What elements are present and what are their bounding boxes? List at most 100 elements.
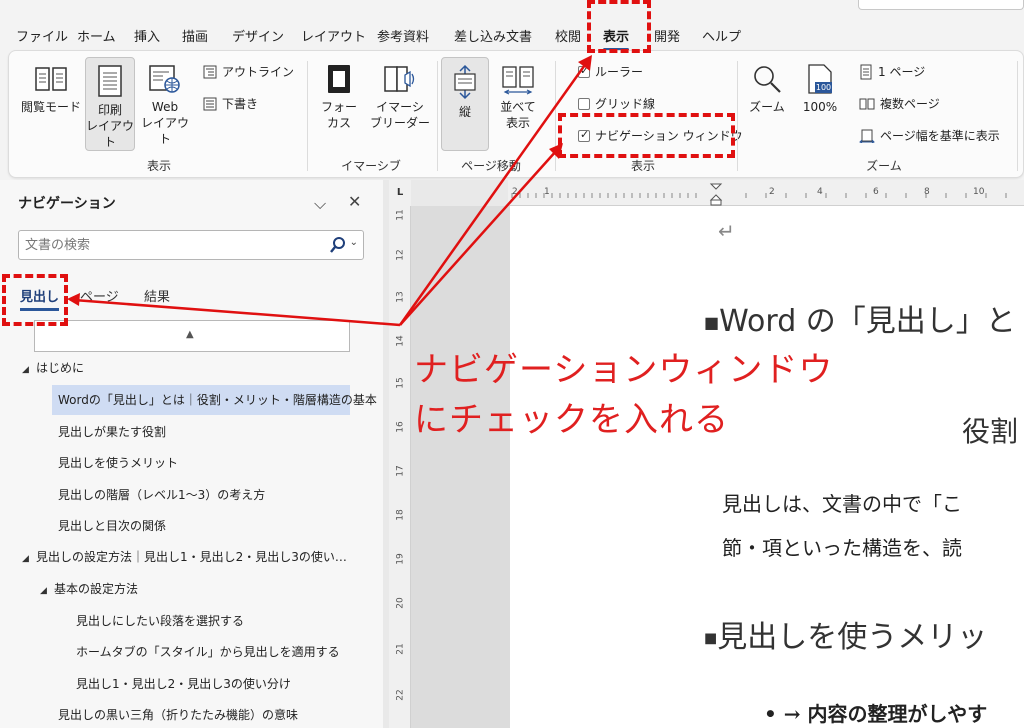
- web-layout-button[interactable]: Web レイアウト: [137, 63, 193, 151]
- annotation-line-2: にチェックを入れる: [414, 400, 729, 440]
- web-layout-label-1: Web: [151, 100, 179, 114]
- heading-item[interactable]: 見出し1・見出し2・見出し3の使い分け: [76, 669, 356, 699]
- heading-item-selected[interactable]: Wordの「見出し」とは｜役割・メリット・階層構造の基本: [52, 385, 377, 415]
- heading-item[interactable]: 見出しにしたい段落を選択する: [76, 606, 356, 636]
- tab-mailings[interactable]: 差し込み文書: [454, 26, 532, 45]
- tab-developer[interactable]: 開発: [654, 26, 680, 45]
- heading-item[interactable]: 見出しを使うメリット: [58, 448, 348, 478]
- horizontal-ruler[interactable]: 2 1 2 4 6 8 10: [508, 180, 1024, 206]
- gridlines-checkbox[interactable]: グリッド線: [578, 95, 655, 112]
- immersive-reader-icon: [384, 66, 415, 92]
- immersive-reader-button[interactable]: イマーシ ブリーダー: [367, 63, 433, 151]
- tab-insert[interactable]: 挿入: [134, 26, 160, 45]
- ruler-number: 21: [395, 643, 406, 655]
- zoom-100-icon-text: 100: [815, 83, 832, 92]
- heading-item[interactable]: ◢ はじめに: [22, 353, 362, 383]
- one-page-icon: [860, 64, 872, 79]
- print-layout-button[interactable]: 印刷 レイアウト: [85, 57, 135, 151]
- close-icon[interactable]: ✕: [348, 192, 361, 211]
- heading-text: はじめに: [36, 361, 85, 375]
- heading-item[interactable]: 見出しと目次の関係: [58, 511, 348, 541]
- annotation-highlight-view-tab: [587, 0, 651, 53]
- title-search-box[interactable]: [858, 0, 1024, 10]
- doc-heading-1[interactable]: ■Word の「見出し」と: [704, 296, 1016, 340]
- heading-text: 見出しの黒い三角（折りたたみ機能）の意味: [58, 708, 299, 722]
- outline-button[interactable]: アウトライン: [203, 63, 294, 80]
- ruler-checkbox[interactable]: ルーラー: [578, 63, 643, 80]
- annotation-highlight-headings-tab: [2, 274, 68, 326]
- tab-review[interactable]: 校閲: [555, 26, 581, 45]
- doc-heading-2-text: 見出しを使うメリッ: [717, 620, 988, 655]
- heading-item[interactable]: ホームタブの「スタイル」から見出しを適用する: [76, 637, 366, 667]
- zoom-100-icon: 100: [806, 63, 834, 95]
- tab-references[interactable]: 参考資料: [377, 26, 429, 45]
- expand-triangle-icon[interactable]: ◢: [22, 544, 36, 574]
- collapse-all-bar[interactable]: ▲: [34, 320, 350, 352]
- nav-search-input[interactable]: [25, 236, 315, 254]
- heading-marker-icon: ■: [704, 630, 718, 647]
- heading-text: 見出しが果たす役割: [58, 425, 167, 439]
- ruler-label: ルーラー: [595, 65, 644, 79]
- heading-text: 見出しの設定方法｜見出し1・見出し2・見出し3の使い…: [36, 550, 347, 564]
- heading-item[interactable]: 見出しの階層（レベル1〜3）の考え方: [58, 480, 348, 510]
- heading-text: 見出しを使うメリット: [58, 456, 179, 470]
- focus-icon: [328, 65, 350, 93]
- vertical-button[interactable]: 縦: [441, 57, 489, 151]
- read-mode-button[interactable]: 閲覧モード: [19, 63, 83, 143]
- nav-tab-results[interactable]: 結果: [144, 286, 170, 305]
- heading-text: 見出しの階層（レベル1〜3）の考え方: [58, 488, 266, 502]
- zoom-100-button[interactable]: 100 100%: [797, 63, 843, 151]
- search-options-chevron-icon[interactable]: ⌄: [350, 237, 358, 248]
- tab-selector[interactable]: L: [389, 180, 411, 206]
- page-width-button[interactable]: ページ幅を基準に表示: [859, 127, 1000, 144]
- ruler-number: 10: [973, 187, 985, 197]
- side-to-side-label-2: 表示: [505, 116, 530, 130]
- chevron-down-icon[interactable]: ⌵: [314, 194, 326, 214]
- ruler-number: 14: [395, 335, 406, 347]
- multiple-pages-button[interactable]: 複数ページ: [859, 95, 940, 112]
- immersive-group-label: イマーシブ: [341, 159, 401, 173]
- focus-label-1: フォー: [320, 100, 357, 114]
- group-separator: [437, 61, 438, 171]
- one-page-label: 1 ページ: [878, 65, 926, 79]
- heading-text: 見出しと目次の関係: [58, 519, 167, 533]
- collapse-up-icon: ▲: [186, 329, 194, 340]
- heading-text: 基本の設定方法: [54, 582, 139, 596]
- heading-item[interactable]: 見出しが果たす役割: [58, 417, 348, 447]
- annotation-highlight-nav-pane-checkbox: [558, 113, 735, 158]
- side-to-side-button[interactable]: 並べて 表示: [493, 63, 543, 151]
- zoom-button[interactable]: ズーム: [747, 63, 787, 151]
- tab-file[interactable]: ファイル: [16, 26, 68, 45]
- heading-item[interactable]: ◢ 基本の設定方法: [40, 574, 340, 604]
- bullet-icon: •: [764, 702, 784, 726]
- tab-home[interactable]: ホーム: [77, 26, 116, 45]
- heading-item[interactable]: 見出しの黒い三角（折りたたみ機能）の意味: [58, 700, 358, 728]
- tab-help[interactable]: ヘルプ: [702, 26, 741, 45]
- multiple-pages-label: 複数ページ: [880, 97, 940, 111]
- draft-button[interactable]: 下書き: [203, 95, 258, 112]
- nav-tab-pages[interactable]: ページ: [80, 286, 119, 305]
- doc-paragraph-line-2[interactable]: 節・項といった構造を、読: [722, 532, 962, 561]
- page-icon: [98, 65, 122, 97]
- doc-heading-2[interactable]: ■見出しを使うメリッ: [704, 612, 987, 656]
- zoom-label: ズーム: [749, 100, 785, 114]
- tab-design[interactable]: デザイン: [232, 26, 284, 45]
- tab-layout[interactable]: レイアウト: [301, 26, 366, 45]
- expand-triangle-icon[interactable]: ◢: [40, 576, 54, 606]
- one-page-button[interactable]: 1 ページ: [859, 63, 925, 80]
- tab-draw[interactable]: 描画: [182, 26, 208, 45]
- menu-bar: ファイル ホーム 挿入 描画 デザイン レイアウト 参考資料 差し込み文書 校閲…: [0, 22, 1024, 51]
- doc-subheading[interactable]: 役割: [962, 410, 1018, 450]
- doc-paragraph-line-1[interactable]: 見出しは、文書の中で「こ: [722, 488, 962, 517]
- search-icon[interactable]: [329, 236, 345, 254]
- heading-item[interactable]: ◢ 見出しの設定方法｜見出し1・見出し2・見出し3の使い…: [22, 542, 362, 572]
- magnifier-icon: [754, 66, 781, 93]
- draft-label: 下書き: [222, 97, 259, 111]
- horizontal-ruler-ticks: [511, 183, 1007, 206]
- doc-bullet-item[interactable]: • → 内容の整理がしやす: [764, 698, 987, 727]
- ruler-number: 19: [395, 553, 406, 565]
- focus-button[interactable]: フォー カス: [315, 63, 363, 151]
- group-separator: [307, 61, 308, 171]
- expand-triangle-icon[interactable]: ◢: [22, 355, 36, 385]
- show-group-label: 表示: [630, 159, 655, 173]
